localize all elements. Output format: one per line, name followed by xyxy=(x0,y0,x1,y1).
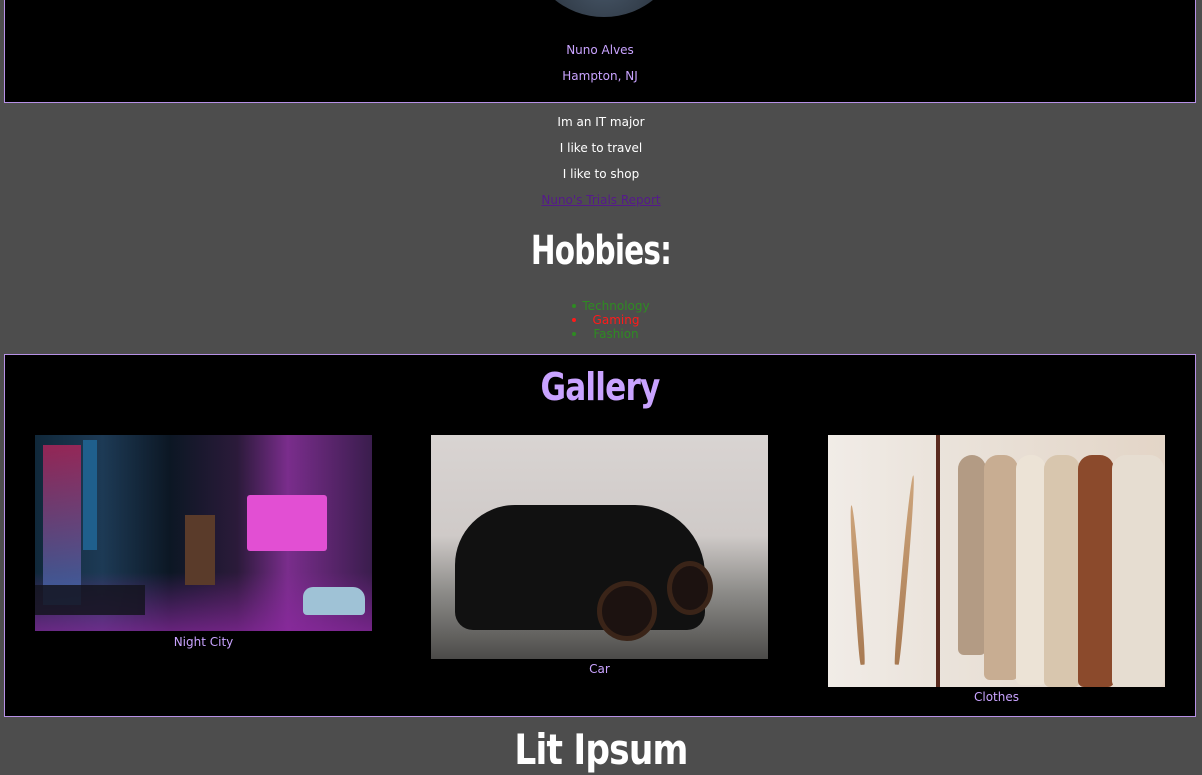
car-wheel xyxy=(667,561,713,615)
neon-sign xyxy=(247,495,327,551)
rack-pole xyxy=(936,435,940,687)
profile-location: Hampton, NJ xyxy=(562,69,638,83)
clothes-photo xyxy=(828,435,1165,687)
night-city-caption: Night City xyxy=(173,635,234,649)
hobbies-heading: Hobbies: xyxy=(530,228,672,274)
about-line-travel: I like to travel xyxy=(559,141,643,155)
hobby-item-fashion: Fashion xyxy=(0,327,1202,341)
profile-card: Nuno Alves Hampton, NJ xyxy=(4,0,1196,103)
car-wheel xyxy=(597,581,657,641)
hobby-label: Technology xyxy=(582,299,650,313)
hobby-item-technology: Technology xyxy=(0,299,1202,313)
garment xyxy=(1078,455,1114,687)
car-body xyxy=(455,505,705,630)
gallery-panel: Gallery Night City Car Clothes xyxy=(4,354,1196,717)
profile-avatar xyxy=(530,0,678,17)
night-city-photo xyxy=(35,435,372,631)
car-caption: Car xyxy=(589,662,610,676)
garment xyxy=(984,455,1018,680)
neon-sign xyxy=(83,440,97,550)
garment xyxy=(1044,455,1080,687)
pampas-reed xyxy=(893,475,917,665)
neon-sign xyxy=(43,445,81,605)
pampas-reed xyxy=(848,504,866,666)
garment xyxy=(1112,455,1164,687)
about-line-major: Im an IT major xyxy=(557,115,645,129)
bullet-icon xyxy=(572,318,576,322)
hobby-item-gaming: Gaming xyxy=(0,313,1202,327)
garment xyxy=(1016,455,1046,685)
street-crowd xyxy=(35,585,145,615)
profile-name: Nuno Alves xyxy=(566,43,634,57)
bullet-icon xyxy=(572,304,576,308)
hobby-list: Technology Gaming Fashion xyxy=(0,299,1202,341)
car-photo xyxy=(431,435,768,659)
bullet-icon xyxy=(572,332,576,336)
gallery-heading: Gallery xyxy=(540,365,660,409)
about-line-shop: I like to shop xyxy=(562,167,640,181)
street-car xyxy=(303,587,365,615)
trials-report-link[interactable]: Nuno's Trials Report xyxy=(0,193,1202,207)
clothes-caption: Clothes xyxy=(974,690,1019,704)
garment xyxy=(958,455,986,655)
neon-sign xyxy=(185,515,215,585)
lit-ipsum-heading: Lit Ipsum xyxy=(514,725,688,774)
